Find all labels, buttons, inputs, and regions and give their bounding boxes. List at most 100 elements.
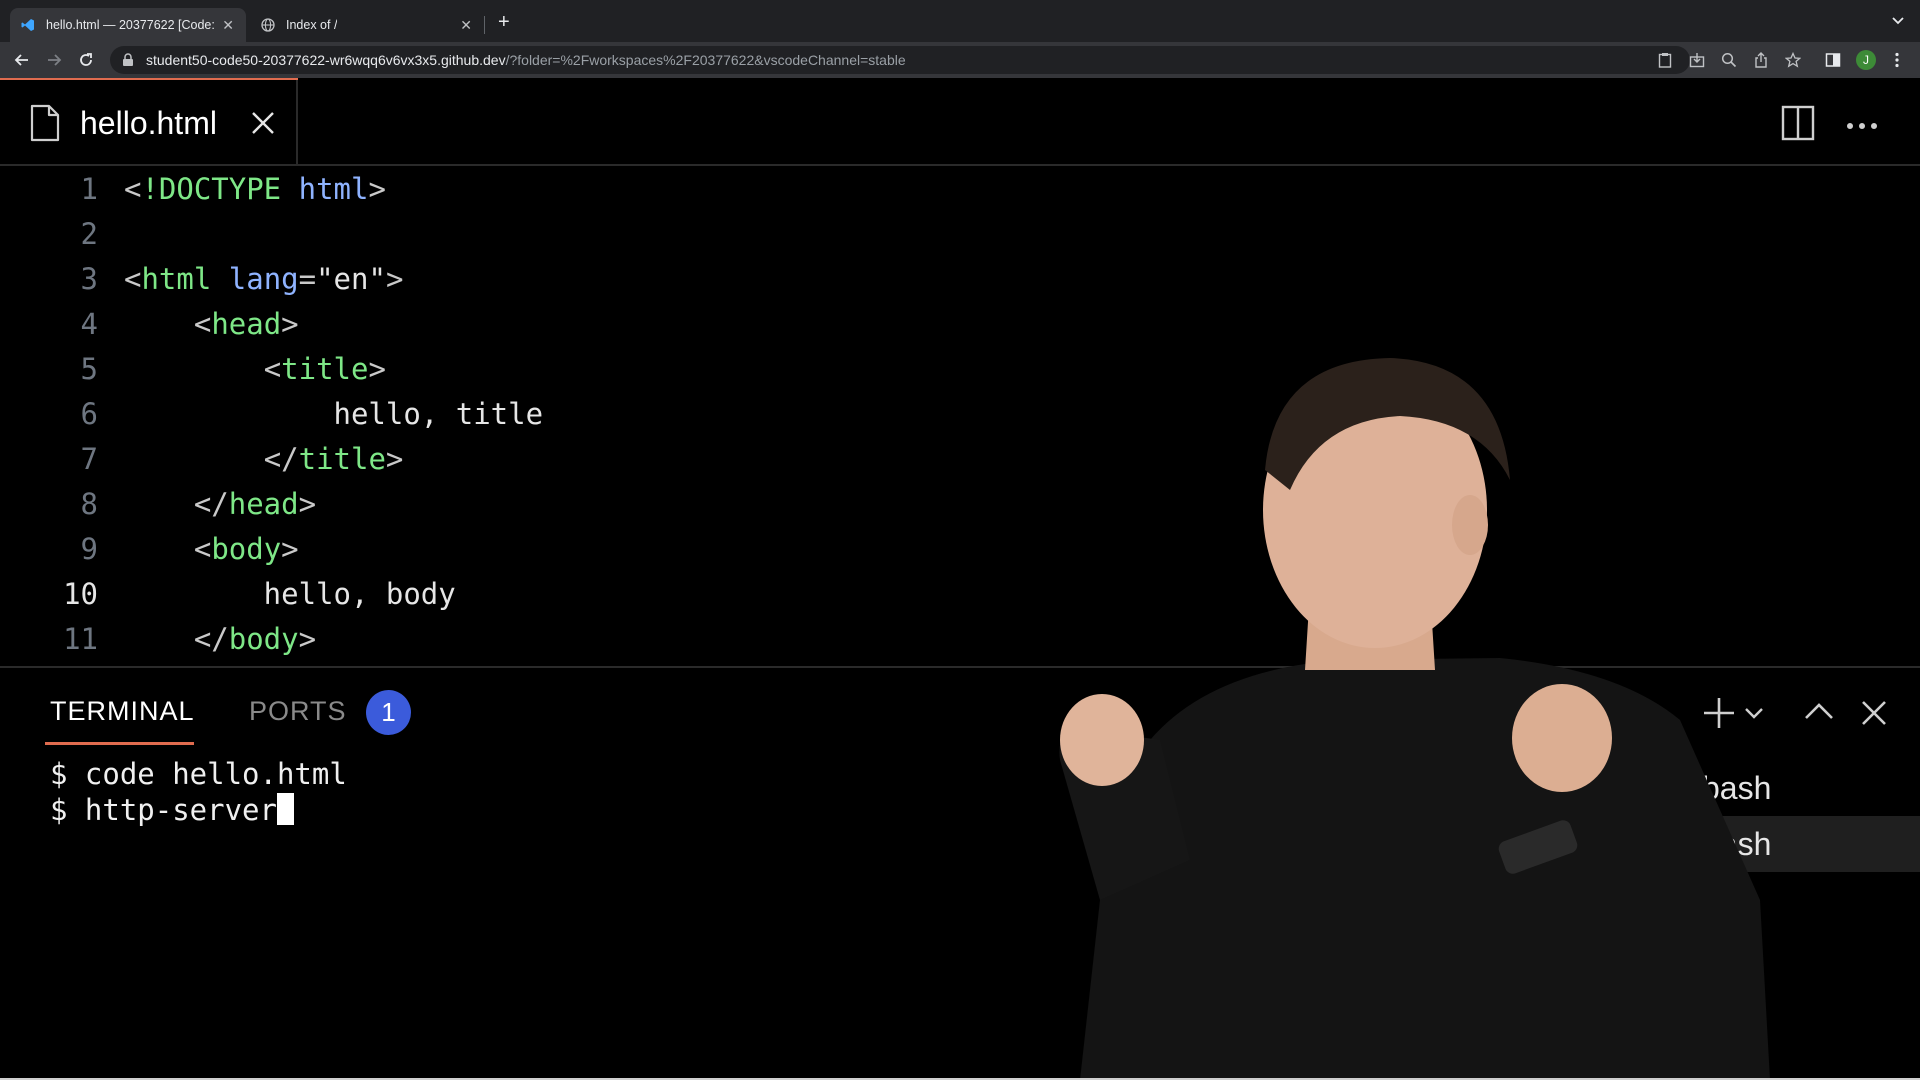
line-content: <head> <box>100 307 299 341</box>
line-number: 4 <box>80 306 98 341</box>
forward-button[interactable] <box>44 50 64 70</box>
editor-tab-label: hello.html <box>80 104 217 141</box>
chevron-down-icon[interactable] <box>1890 12 1906 28</box>
maximize-panel-button[interactable] <box>1800 694 1838 732</box>
profile-avatar[interactable]: J <box>1856 50 1876 70</box>
line-number: 3 <box>80 261 98 296</box>
terminal-line-active: $ http-server <box>50 792 347 828</box>
back-button[interactable] <box>12 50 32 70</box>
install-app-icon[interactable] <box>1688 51 1706 69</box>
code-token: </ <box>263 441 299 476</box>
code-token: > <box>281 531 299 566</box>
lock-icon <box>122 53 136 67</box>
line-content: </body> <box>100 622 316 656</box>
file-icon <box>30 104 60 142</box>
code-token: "en" <box>316 261 386 296</box>
browser-tab-index[interactable]: Index of / ✕ <box>250 8 484 42</box>
line-content: <body> <box>100 532 299 566</box>
code-token: < <box>124 171 142 206</box>
code-token: > <box>298 621 317 656</box>
code-token: head <box>228 486 299 521</box>
line-number: 2 <box>80 216 98 251</box>
code-token: < <box>193 531 212 566</box>
share-icon[interactable] <box>1752 51 1770 69</box>
code-line: 3 <html lang="en"> <box>0 256 1300 301</box>
line-number: 9 <box>80 531 98 566</box>
vscode-icon <box>20 17 36 33</box>
new-tab-button[interactable]: + <box>498 11 510 34</box>
code-token: !DOCTYPE <box>141 171 282 206</box>
reload-button[interactable] <box>76 50 96 70</box>
close-icon[interactable]: ✕ <box>222 17 234 34</box>
close-icon <box>1862 701 1886 725</box>
clipboard-icon[interactable] <box>1656 51 1674 69</box>
editor-tab-hello-html[interactable]: hello.html <box>0 80 298 166</box>
line-number: 7 <box>80 441 98 476</box>
tab-terminal[interactable]: TERMINAL <box>50 696 195 727</box>
code-token: < <box>193 306 212 341</box>
code-token: title <box>281 351 369 386</box>
browser-tab-strip: hello.html — 20377622 [Code: ✕ Index of … <box>0 0 1920 42</box>
close-icon[interactable]: ✕ <box>460 17 472 34</box>
presenter-right-hand <box>1512 684 1612 792</box>
browser-tab-label: Index of / <box>286 18 338 32</box>
code-token: hello, title <box>124 396 544 431</box>
code-token: > <box>385 261 404 296</box>
line-number: 10 <box>63 576 98 611</box>
code-token: lang <box>228 261 299 296</box>
reload-icon <box>80 53 92 66</box>
code-line: 2 <box>0 211 1300 256</box>
code-token: body <box>211 531 282 566</box>
tab-ports[interactable]: PORTS <box>249 696 347 727</box>
code-line: 1 <!DOCTYPE html> <box>0 166 1300 211</box>
code-token: html <box>298 171 369 206</box>
browser-tab-label: hello.html — 20377622 [Code: <box>46 18 215 32</box>
line-number: 1 <box>80 171 98 206</box>
line-content: <!DOCTYPE html> <box>100 172 386 206</box>
line-number: 6 <box>80 396 98 431</box>
code-token: > <box>298 486 317 521</box>
split-editor-icon[interactable] <box>1781 104 1815 142</box>
kebab-menu-icon[interactable] <box>1888 51 1906 69</box>
code-token: html <box>141 261 212 296</box>
tab-divider <box>484 16 485 34</box>
terminal-command: $ http-server <box>50 793 277 827</box>
globe-icon <box>260 17 276 33</box>
zoom-icon[interactable] <box>1720 51 1738 69</box>
code-token: = <box>298 261 317 296</box>
line-content: hello, body <box>100 577 456 611</box>
line-content: </head> <box>100 487 316 521</box>
code-token: > <box>368 351 386 386</box>
code-token: title <box>298 441 386 476</box>
editor-tab-bar: hello.html <box>0 80 1920 166</box>
presenter-video-overlay <box>1059 358 1770 1080</box>
address-bar[interactable]: student50-code50-20377622-wr6wqq6v6vx3x5… <box>110 46 1690 74</box>
arrow-left-icon <box>14 54 28 66</box>
line-content: </title> <box>100 441 404 476</box>
star-icon[interactable] <box>1784 51 1802 69</box>
code-token: < <box>263 351 282 386</box>
code-token: < <box>124 261 142 296</box>
presenter-left-hand <box>1060 694 1144 786</box>
url-host: student50-code50-20377622-wr6wqq6v6vx3x5… <box>146 52 506 68</box>
code-token: > <box>368 171 386 206</box>
browser-toolbar: student50-code50-20377622-wr6wqq6v6vx3x5… <box>0 42 1920 78</box>
code-token: hello, body <box>124 576 456 611</box>
chevron-up-icon <box>1805 703 1833 719</box>
close-icon[interactable] <box>248 108 278 138</box>
browser-tab-hello-html[interactable]: hello.html — 20377622 [Code: ✕ <box>10 8 246 42</box>
line-content: hello, title <box>100 396 544 431</box>
close-panel-button[interactable] <box>1855 694 1893 732</box>
active-tab-underline <box>45 742 194 745</box>
more-actions-icon[interactable] <box>1845 118 1879 129</box>
side-panel-icon[interactable] <box>1824 51 1842 69</box>
code-token: </ <box>193 621 229 656</box>
terminal-output[interactable]: $ code hello.html $ http-server <box>50 756 347 828</box>
